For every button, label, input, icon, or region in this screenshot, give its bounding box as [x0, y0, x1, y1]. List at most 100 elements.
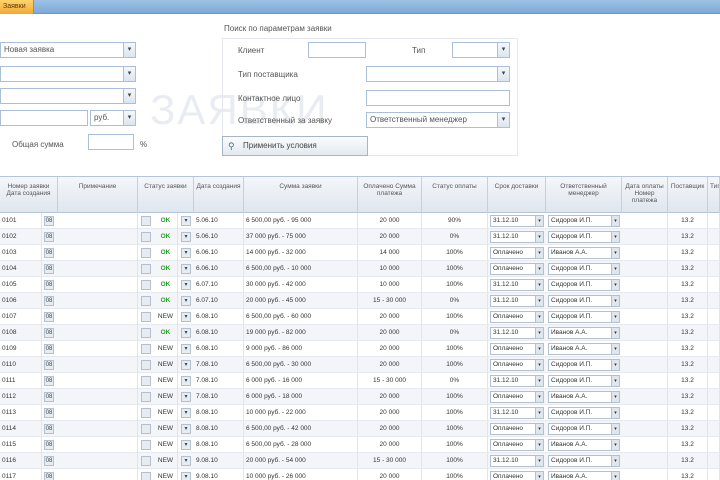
table-row[interactable]: 0110 08 NEW ▾ 7.08.10 6 500,00 руб. - 30 000 2…: [0, 357, 720, 373]
row-checkbox[interactable]: [141, 248, 151, 258]
chevron-down-icon[interactable]: ▾: [535, 376, 543, 386]
table-row[interactable]: 0105 08 OK ▾ 6.07.10 30 000 руб. - 42 000 10 0…: [0, 277, 720, 293]
row-checkbox[interactable]: [141, 280, 151, 290]
chevron-down-icon[interactable]: ▾: [535, 472, 543, 480]
chevron-down-icon[interactable]: ▾: [535, 280, 543, 290]
manager-select[interactable]: Сидоров И.П. ▾: [548, 295, 620, 307]
tab-requests[interactable]: Заявки: [0, 0, 34, 14]
term-select[interactable]: Оплачено ▾: [490, 423, 544, 435]
manager-select[interactable]: Иванов А.А. ▾: [548, 343, 620, 355]
manager-select[interactable]: Сидоров И.П. ▾: [548, 359, 620, 371]
client-select[interactable]: ▾: [0, 66, 136, 82]
row-checkbox[interactable]: [141, 328, 151, 338]
manager-select[interactable]: Иванов А.А. ▾: [548, 471, 620, 480]
supplier-type-select[interactable]: ▾: [366, 66, 510, 82]
chevron-down-icon[interactable]: ▾: [497, 113, 509, 127]
row-checkbox[interactable]: [141, 216, 151, 226]
responsible-select[interactable]: Ответственный менеджер ▾: [366, 112, 510, 128]
chevron-down-icon[interactable]: ▾: [535, 312, 543, 322]
table-row[interactable]: 0108 08 OK ▾ 6.08.10 19 000 руб. - 82 000 20 0…: [0, 325, 720, 341]
table-row[interactable]: 0109 08 NEW ▾ 6.08.10 9 000 руб. - 86 000 20 0…: [0, 341, 720, 357]
chevron-down-icon[interactable]: ▾: [535, 344, 543, 354]
chevron-down-icon[interactable]: ▾: [611, 280, 619, 290]
amount-input[interactable]: [0, 110, 88, 126]
cell-count[interactable]: 08: [44, 344, 54, 354]
row-checkbox[interactable]: [141, 408, 151, 418]
manager-select[interactable]: Иванов А.А. ▾: [548, 439, 620, 451]
manager-select[interactable]: Иванов А.А. ▾: [548, 327, 620, 339]
chevron-down-icon[interactable]: ▾: [181, 216, 191, 226]
chevron-down-icon[interactable]: ▾: [181, 360, 191, 370]
row-checkbox[interactable]: [141, 440, 151, 450]
manager-select[interactable]: ▾: [0, 88, 136, 104]
chevron-down-icon[interactable]: ▾: [611, 216, 619, 226]
table-row[interactable]: 0115 08 NEW ▾ 8.08.10 6 500,00 руб. - 28 000 2…: [0, 437, 720, 453]
table-row[interactable]: 0112 08 NEW ▾ 7.08.10 6 000 руб. - 18 000 20 0…: [0, 389, 720, 405]
row-checkbox[interactable]: [141, 296, 151, 306]
row-checkbox[interactable]: [141, 472, 151, 480]
chevron-down-icon[interactable]: ▾: [535, 328, 543, 338]
col-header-pay-date[interactable]: Дата оплаты Номер платежа: [622, 177, 668, 213]
term-select[interactable]: 31.12.10 ▾: [490, 279, 544, 291]
table-row[interactable]: 0113 08 NEW ▾ 8.08.10 10 000 руб. - 22 000 20 …: [0, 405, 720, 421]
chevron-down-icon[interactable]: ▾: [181, 344, 191, 354]
chevron-down-icon[interactable]: ▾: [535, 248, 543, 258]
manager-select[interactable]: Сидоров И.П. ▾: [548, 231, 620, 243]
row-checkbox[interactable]: [141, 264, 151, 274]
chevron-down-icon[interactable]: ▾: [181, 312, 191, 322]
term-select[interactable]: Оплачено ▾: [490, 391, 544, 403]
term-select[interactable]: Оплачено ▾: [490, 439, 544, 451]
client-field[interactable]: [308, 42, 366, 58]
chevron-down-icon[interactable]: ▾: [181, 472, 191, 480]
manager-select[interactable]: Сидоров И.П. ▾: [548, 279, 620, 291]
row-checkbox[interactable]: [141, 424, 151, 434]
table-row[interactable]: 0101 08 OK ▾ 5.06.10 6 500,00 руб. - 95 000 20…: [0, 213, 720, 229]
chevron-down-icon[interactable]: ▾: [611, 392, 619, 402]
col-header-date[interactable]: Дата создания: [194, 177, 244, 213]
row-checkbox[interactable]: [141, 232, 151, 242]
table-row[interactable]: 0102 08 OK ▾ 5.06.10 37 000 руб. - 75 000 20 0…: [0, 229, 720, 245]
cell-count[interactable]: 08: [44, 376, 54, 386]
col-header-paid[interactable]: Оплачено Сумма платежа: [358, 177, 422, 213]
apply-filter-button[interactable]: ⚲ Применить условия: [222, 136, 368, 156]
chevron-down-icon[interactable]: ▾: [611, 232, 619, 242]
chevron-down-icon[interactable]: ▾: [611, 376, 619, 386]
table-row[interactable]: 0117 08 NEW ▾ 9.08.10 10 000 руб. - 26 000 20 …: [0, 469, 720, 480]
table-row[interactable]: 0114 08 NEW ▾ 8.08.10 6 500,00 руб. - 42 000 2…: [0, 421, 720, 437]
chevron-down-icon[interactable]: ▾: [181, 456, 191, 466]
chevron-down-icon[interactable]: ▾: [611, 296, 619, 306]
term-select[interactable]: 31.12.10 ▾: [490, 231, 544, 243]
chevron-down-icon[interactable]: ▾: [181, 296, 191, 306]
chevron-down-icon[interactable]: ▾: [611, 248, 619, 258]
col-header-term[interactable]: Срок доставки: [488, 177, 546, 213]
cell-count[interactable]: 08: [44, 472, 54, 480]
chevron-down-icon[interactable]: ▾: [611, 440, 619, 450]
cell-count[interactable]: 08: [44, 280, 54, 290]
chevron-down-icon[interactable]: ▾: [535, 392, 543, 402]
term-select[interactable]: Оплачено ▾: [490, 247, 544, 259]
manager-select[interactable]: Сидоров И.П. ▾: [548, 215, 620, 227]
table-row[interactable]: 0111 08 NEW ▾ 7.08.10 6 000 руб. - 16 000 15 -…: [0, 373, 720, 389]
term-select[interactable]: 31.12.10 ▾: [490, 455, 544, 467]
chevron-down-icon[interactable]: ▾: [181, 264, 191, 274]
term-select[interactable]: Оплачено ▾: [490, 343, 544, 355]
table-row[interactable]: 0104 08 OK ▾ 6.06.10 6 500,00 руб. - 10 000 10…: [0, 261, 720, 277]
cell-count[interactable]: 08: [44, 440, 54, 450]
chevron-down-icon[interactable]: ▾: [611, 456, 619, 466]
chevron-down-icon[interactable]: ▾: [535, 456, 543, 466]
row-checkbox[interactable]: [141, 456, 151, 466]
chevron-down-icon[interactable]: ▾: [611, 424, 619, 434]
col-header-note[interactable]: Примечание: [58, 177, 138, 213]
chevron-down-icon[interactable]: ▾: [611, 312, 619, 322]
chevron-down-icon[interactable]: ▾: [611, 408, 619, 418]
chevron-down-icon[interactable]: ▾: [535, 296, 543, 306]
cell-count[interactable]: 08: [44, 296, 54, 306]
chevron-down-icon[interactable]: ▾: [123, 89, 135, 103]
cell-count[interactable]: 08: [44, 408, 54, 418]
manager-select[interactable]: Сидоров И.П. ▾: [548, 423, 620, 435]
chevron-down-icon[interactable]: ▾: [535, 232, 543, 242]
cell-count[interactable]: 08: [44, 312, 54, 322]
term-select[interactable]: Оплачено ▾: [490, 471, 544, 480]
col-header-amount[interactable]: Сумма заявки: [244, 177, 358, 213]
chevron-down-icon[interactable]: ▾: [497, 67, 509, 81]
